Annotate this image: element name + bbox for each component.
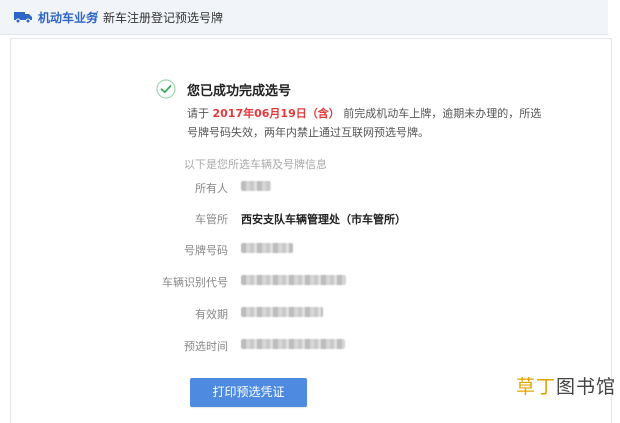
watermark: 草丁图书馆 xyxy=(516,372,616,399)
validity-value-redacted xyxy=(241,307,323,317)
watermark-rest: 图书馆 xyxy=(556,376,617,398)
info-intro: 以下是您所选车辆及号牌信息 xyxy=(184,158,327,171)
vin-label: 车辆识别代号 xyxy=(162,276,228,289)
truck-icon xyxy=(14,12,32,23)
plate-number-value-redacted xyxy=(241,243,293,253)
validity-label: 有效期 xyxy=(195,308,228,321)
vin-value-redacted xyxy=(241,275,346,285)
deadline-date: 2017年06月19日（含） xyxy=(212,107,340,120)
print-voucher-button[interactable]: 打印预选凭证 xyxy=(190,378,307,407)
result-panel xyxy=(10,38,612,423)
preselect-time-label: 预选时间 xyxy=(184,340,228,353)
check-circle-icon xyxy=(156,79,176,99)
success-title: 您已成功完成选号 xyxy=(187,84,292,99)
page-header: 机动车业务 / 新车注册登记预选号牌 xyxy=(0,0,608,35)
owner-label: 所有人 xyxy=(195,182,228,195)
plate-number-label: 号牌号码 xyxy=(184,244,228,257)
breadcrumb-root-link[interactable]: 机动车业务 xyxy=(38,9,98,26)
office-value: 西安支队车辆管理处（市车管所） xyxy=(241,213,406,226)
breadcrumb-separator: / xyxy=(94,9,99,23)
office-label: 车管所 xyxy=(195,213,228,226)
notice-prefix: 请于 xyxy=(187,107,209,120)
preselect-time-value-redacted xyxy=(241,339,345,349)
watermark-accent: 草丁 xyxy=(516,376,557,398)
deadline-notice: 请于 2017年06月19日（含） 前完成机动车上牌，逾期未办理的，所选号牌号码… xyxy=(187,104,547,142)
breadcrumb-current: 新车注册登记预选号牌 xyxy=(103,11,224,25)
owner-value-redacted xyxy=(241,181,271,191)
